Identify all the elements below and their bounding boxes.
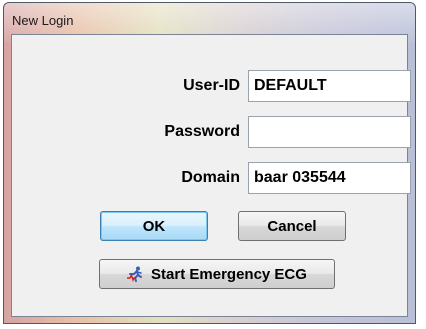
login-dialog-window: New Login User-ID Password Domain OK Can… bbox=[3, 2, 416, 324]
window-title: New Login bbox=[12, 13, 74, 28]
ok-button[interactable]: OK bbox=[100, 211, 208, 241]
userid-label: User-ID bbox=[183, 77, 240, 94]
cancel-button-label: Cancel bbox=[267, 217, 317, 235]
ecg-runner-icon bbox=[127, 266, 143, 282]
domain-label: Domain bbox=[181, 169, 240, 186]
cancel-button[interactable]: Cancel bbox=[238, 211, 346, 241]
domain-input[interactable] bbox=[248, 162, 411, 194]
title-bar[interactable]: New Login bbox=[4, 3, 415, 33]
start-emergency-ecg-button[interactable]: Start Emergency ECG bbox=[99, 259, 335, 289]
userid-input[interactable] bbox=[248, 70, 411, 102]
password-label: Password bbox=[164, 123, 240, 140]
screenshot-canvas: New Login User-ID Password Domain OK Can… bbox=[0, 0, 426, 329]
start-emergency-ecg-label: Start Emergency ECG bbox=[151, 265, 307, 283]
ok-button-label: OK bbox=[142, 217, 166, 235]
password-input[interactable] bbox=[248, 116, 411, 148]
dialog-client-area: User-ID Password Domain OK Cancel bbox=[11, 34, 411, 317]
